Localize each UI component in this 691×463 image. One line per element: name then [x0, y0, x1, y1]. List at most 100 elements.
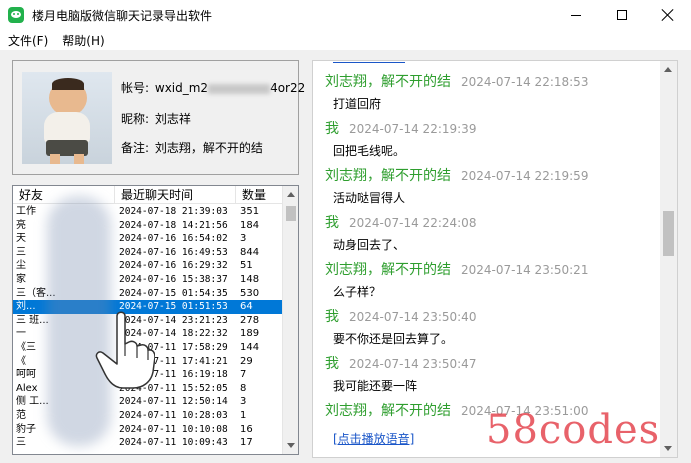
sender-name: 刘志翔，解不开的结 — [325, 262, 451, 278]
message-count-cell: 1 — [240, 409, 247, 421]
scroll-up-icon[interactable] — [287, 192, 295, 197]
chat-message: 刘志翔，解不开的结 2024-07-14 23:50:21 么子样？ — [325, 259, 655, 306]
play-voice-link[interactable]: [点击播放语音] — [333, 430, 414, 447]
minimize-button[interactable] — [553, 0, 599, 30]
message-count-cell: 351 — [240, 206, 260, 217]
message-count-cell: 844 — [240, 246, 260, 258]
message-count-cell: 184 — [240, 219, 260, 231]
message-count-cell: 29 — [240, 355, 253, 367]
window-controls — [553, 0, 691, 30]
chat-message: 我 2024-07-14 22:19:39 回把毛线呢。 — [325, 118, 655, 165]
maximize-icon — [617, 10, 627, 20]
scroll-thumb[interactable] — [286, 206, 296, 221]
chat-message: 我 2024-07-14 22:24:08 动身回去了、 — [325, 212, 655, 259]
nickname-value: 刘志祥 — [154, 112, 191, 126]
message-text: 活动哒冒得人 — [333, 191, 406, 205]
wechat-icon — [8, 7, 24, 23]
account-redaction — [208, 83, 271, 94]
menu-help[interactable]: 帮助(H) — [62, 32, 104, 49]
message-text: 我可能还要一阵 — [333, 379, 418, 393]
scroll-down-icon[interactable] — [287, 443, 295, 448]
maximize-button[interactable] — [599, 0, 645, 30]
account-prefix: wxid_m2 — [154, 81, 209, 95]
message-count-cell: 64 — [240, 301, 253, 313]
sender-name: 我 — [325, 215, 339, 231]
message-header: 我 2024-07-14 22:24:08 — [325, 212, 476, 232]
close-icon — [662, 9, 674, 21]
note-value: 刘志翔，解不开的结 — [154, 141, 263, 155]
last-chat-time-cell: 2024-07-18 21:39:03 — [119, 206, 228, 217]
last-chat-time-cell: 2024-07-11 10:28:03 — [119, 409, 228, 421]
message-header: 我 2024-07-14 23:50:40 — [325, 306, 476, 326]
sender-name: 刘志翔，解不开的结 — [325, 74, 451, 90]
message-count-cell: 17 — [240, 437, 253, 449]
message-count-cell: 51 — [240, 260, 253, 272]
message-time: 2024-07-14 23:50:40 — [349, 310, 477, 324]
menu-file[interactable]: 文件(F) — [8, 32, 48, 49]
message-header: 刘志翔，解不开的结 2024-07-14 22:19:59 — [325, 165, 588, 185]
message-count-cell: 7 — [240, 369, 247, 381]
message-text: 要不你还是回去算了。 — [333, 332, 454, 346]
watermark: 58codes — [486, 407, 661, 453]
message-time: 2024-07-14 22:18:53 — [461, 75, 589, 89]
table-row[interactable]: 三 2024-07-11 10:09:43 17 — [13, 436, 283, 450]
account-label: 帐号: — [121, 81, 150, 95]
message-count-cell: 189 — [240, 328, 260, 340]
message-header: 我 2024-07-14 22:19:39 — [325, 118, 476, 138]
message-count-cell: 530 — [240, 287, 260, 299]
message-text: 回把毛线呢。 — [333, 144, 406, 158]
friends-list-header: 好友 最近聊天时间 数量 — [13, 186, 283, 204]
chat-scrollbar[interactable] — [660, 61, 677, 457]
nickname-row: 昵称: 刘志祥 — [121, 110, 191, 127]
sender-name: 刘志翔，解不开的结 — [325, 403, 451, 419]
sender-name: 我 — [325, 309, 339, 325]
message-count-cell: 16 — [240, 423, 253, 435]
message-count-cell: 8 — [240, 382, 247, 394]
scroll-down-icon[interactable] — [664, 446, 672, 451]
last-chat-time-cell: 2024-07-11 10:10:08 — [119, 423, 228, 435]
account-row: 帐号: wxid_m2 4or22 — [121, 79, 305, 96]
sender-name: 刘志翔，解不开的结 — [325, 168, 451, 184]
message-header: 刘志翔，解不开的结 2024-07-14 23:50:21 — [325, 259, 588, 279]
note-row: 备注: 刘志翔，解不开的结 — [121, 139, 263, 156]
message-header: 我 2024-07-14 23:50:47 — [325, 353, 476, 373]
message-time: 2024-07-14 22:19:39 — [349, 122, 477, 136]
scroll-up-icon[interactable] — [664, 67, 672, 72]
chat-message: 刘志翔，解不开的结 2024-07-14 22:18:53 打道回府 — [325, 71, 655, 118]
hand-cursor-icon — [95, 311, 155, 389]
message-count-cell: 144 — [240, 341, 260, 353]
minimize-icon — [571, 14, 581, 16]
note-label: 备注: — [121, 141, 150, 155]
message-text: 动身回去了、 — [333, 238, 406, 252]
message-count-cell: 278 — [240, 314, 260, 326]
title-bar: 楼月电脑版微信聊天记录导出软件 — [0, 0, 691, 30]
last-chat-time-cell: 2024-07-15 01:54:35 — [119, 287, 228, 299]
last-chat-time-cell: 2024-07-11 10:09:43 — [119, 437, 228, 449]
message-text: 么子样？ — [333, 285, 382, 299]
column-header-count[interactable]: 数量 — [236, 186, 283, 204]
nickname-label: 昵称: — [121, 112, 150, 126]
last-chat-time-cell: 2024-07-16 16:29:32 — [119, 260, 228, 272]
message-time: 2024-07-14 23:50:47 — [349, 357, 477, 371]
chat-message: 刘志翔，解不开的结 2024-07-14 22:19:59 活动哒冒得人 — [325, 165, 655, 212]
sender-name: 我 — [325, 356, 339, 372]
message-list: 刘志翔，解不开的结 2024-07-14 22:18:53 打道回府我 2024-07… — [325, 71, 655, 447]
chat-panel[interactable]: 刘志翔，解不开的结 2024-07-14 22:18:53 打道回府我 2024-07… — [312, 60, 678, 458]
chat-message: 我 2024-07-14 23:50:40 要不你还是回去算了。 — [325, 306, 655, 353]
truncated-link — [333, 61, 405, 63]
window-title: 楼月电脑版微信聊天记录导出软件 — [32, 8, 213, 23]
last-chat-time-cell: 2024-07-11 12:50:14 — [119, 396, 228, 408]
message-header: 刘志翔，解不开的结 2024-07-14 22:18:53 — [325, 71, 588, 91]
menu-bar: 文件(F) 帮助(H) — [0, 30, 691, 50]
last-chat-time-cell: 2024-07-16 15:38:37 — [119, 273, 228, 285]
message-text: 打道回府 — [333, 97, 382, 111]
friends-scrollbar[interactable] — [282, 186, 298, 454]
last-chat-time-cell: 2024-07-18 14:21:56 — [119, 219, 228, 231]
message-count-cell: 3 — [240, 396, 247, 408]
column-header-last-chat-time[interactable]: 最近聊天时间 — [115, 186, 236, 204]
account-suffix: 4or22 — [270, 81, 306, 95]
close-button[interactable] — [645, 0, 691, 30]
last-chat-time-cell: 2024-07-16 16:54:02 — [119, 233, 228, 245]
friends-list[interactable]: 好友 最近聊天时间 数量 工作 2024-07-18 21:39:03 351 亮 20… — [12, 185, 299, 455]
scroll-thumb[interactable] — [663, 211, 674, 256]
